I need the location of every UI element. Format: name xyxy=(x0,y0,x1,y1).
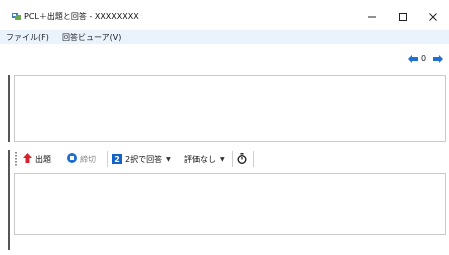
menu-answer-viewer[interactable]: 回答ビューア(V) xyxy=(62,32,121,43)
close-icon xyxy=(429,13,437,21)
left-border-strip xyxy=(8,75,10,142)
blue-stop-icon xyxy=(67,153,77,165)
rating-label: 評価なし xyxy=(184,154,216,164)
answer-toolbar: 出題 締切 2 2択で回答 ▼ 評価なし ▼ xyxy=(8,148,449,170)
close-button[interactable] xyxy=(415,6,449,28)
question-text-area[interactable] xyxy=(14,75,446,142)
ask-button[interactable]: 出題 xyxy=(23,151,51,167)
menu-file[interactable]: ファイル(F) xyxy=(6,32,49,43)
toolbar-grip[interactable] xyxy=(15,152,17,166)
question-navigation: 0 xyxy=(0,50,449,70)
deadline-label: 締切 xyxy=(80,154,96,164)
timer-button[interactable] xyxy=(237,151,247,167)
arrow-left-icon[interactable] xyxy=(408,55,418,65)
toolbar-separator xyxy=(253,151,254,167)
ask-label: 出題 xyxy=(35,154,51,164)
toolbar-separator xyxy=(232,151,233,167)
app-icon xyxy=(12,12,21,20)
red-up-arrow-icon xyxy=(23,153,32,165)
arrow-right-icon[interactable] xyxy=(433,55,443,65)
title-bar: PCL＋出題と回答 - XXXXXXXX xyxy=(0,0,449,30)
chevron-down-icon: ▼ xyxy=(220,155,225,163)
deadline-button[interactable]: 締切 xyxy=(67,151,96,167)
two-choice-badge-icon: 2 xyxy=(112,154,122,164)
window-title: PCL＋出題と回答 - XXXXXXXX xyxy=(24,12,139,21)
toolbar-separator xyxy=(107,151,108,167)
rating-dropdown[interactable]: 評価なし ▼ xyxy=(184,151,225,167)
stopwatch-icon xyxy=(237,152,247,166)
answer-text-area[interactable] xyxy=(14,173,446,235)
maximize-icon xyxy=(399,13,407,21)
answer-mode-label: 2択で回答 xyxy=(125,154,163,164)
answer-mode-dropdown[interactable]: 2 2択で回答 ▼ xyxy=(112,151,171,167)
application-window: PCL＋出題と回答 - XXXXXXXX ファイル(F) 回答ビューア(V) 0… xyxy=(0,0,449,255)
menu-bar: ファイル(F) 回答ビューア(V) xyxy=(0,30,449,44)
minimize-icon xyxy=(368,16,376,18)
question-count: 0 xyxy=(421,54,427,63)
chevron-down-icon: ▼ xyxy=(166,155,171,163)
